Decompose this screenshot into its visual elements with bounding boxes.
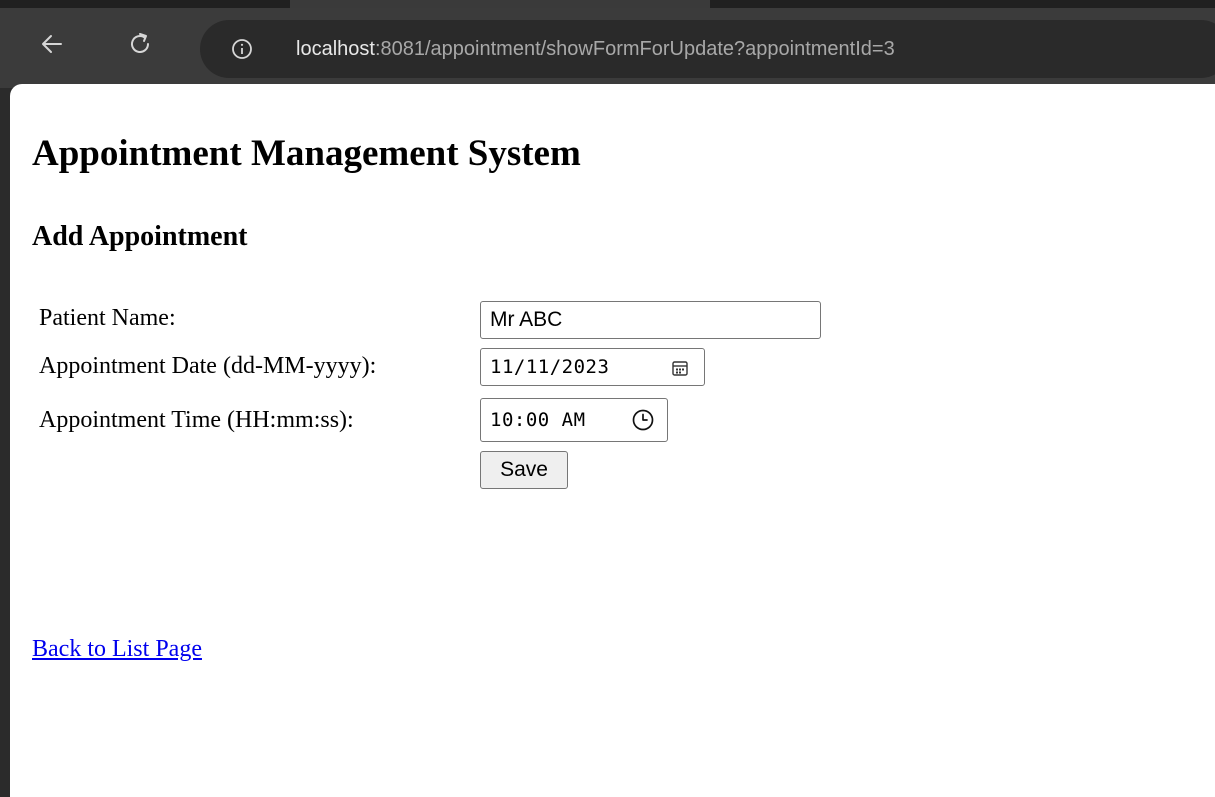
address-bar[interactable]: localhost:8081/appointment/showFormForUp… bbox=[200, 20, 1215, 78]
patient-name-input[interactable] bbox=[481, 302, 820, 338]
reload-icon bbox=[131, 33, 149, 53]
url-host: localhost bbox=[296, 38, 375, 60]
appointment-time-label: Appointment Time (HH:mm:ss): bbox=[39, 407, 354, 433]
tab-strip bbox=[0, 0, 1215, 8]
date-picker-button[interactable] bbox=[668, 356, 692, 380]
back-to-list-link[interactable]: Back to List Page bbox=[32, 636, 202, 663]
site-info-button[interactable] bbox=[230, 37, 254, 61]
patient-name-field[interactable] bbox=[480, 301, 821, 339]
page-content: Appointment Management System Add Appoin… bbox=[10, 84, 1215, 797]
arrow-left-icon bbox=[42, 35, 62, 53]
url-path: :8081/appointment/showFormForUpdate?appo… bbox=[374, 38, 895, 60]
appointment-date-value: 11/11/2023 bbox=[490, 356, 610, 378]
page-title: Appointment Management System bbox=[32, 133, 581, 174]
time-picker-button[interactable] bbox=[631, 408, 655, 432]
url-text[interactable]: localhost:8081/appointment/showFormForUp… bbox=[296, 37, 895, 61]
save-button[interactable]: Save bbox=[480, 451, 568, 489]
tab-background bbox=[290, 0, 710, 8]
info-icon bbox=[232, 39, 252, 59]
clock-icon bbox=[632, 409, 654, 431]
browser-toolbar: localhost:8081/appointment/showFormForUp… bbox=[0, 8, 1215, 88]
appointment-date-label: Appointment Date (dd-MM-yyyy): bbox=[39, 353, 377, 379]
back-button[interactable] bbox=[36, 28, 68, 60]
calendar-icon bbox=[672, 361, 688, 376]
patient-name-label: Patient Name: bbox=[39, 305, 176, 331]
appointment-date-field[interactable]: 11/11/2023 bbox=[480, 348, 705, 386]
reload-button[interactable] bbox=[124, 28, 156, 60]
appointment-time-value: 10:00 AM bbox=[490, 409, 586, 431]
appointment-time-field[interactable]: 10:00 AM bbox=[480, 398, 668, 442]
form-heading: Add Appointment bbox=[32, 221, 248, 252]
